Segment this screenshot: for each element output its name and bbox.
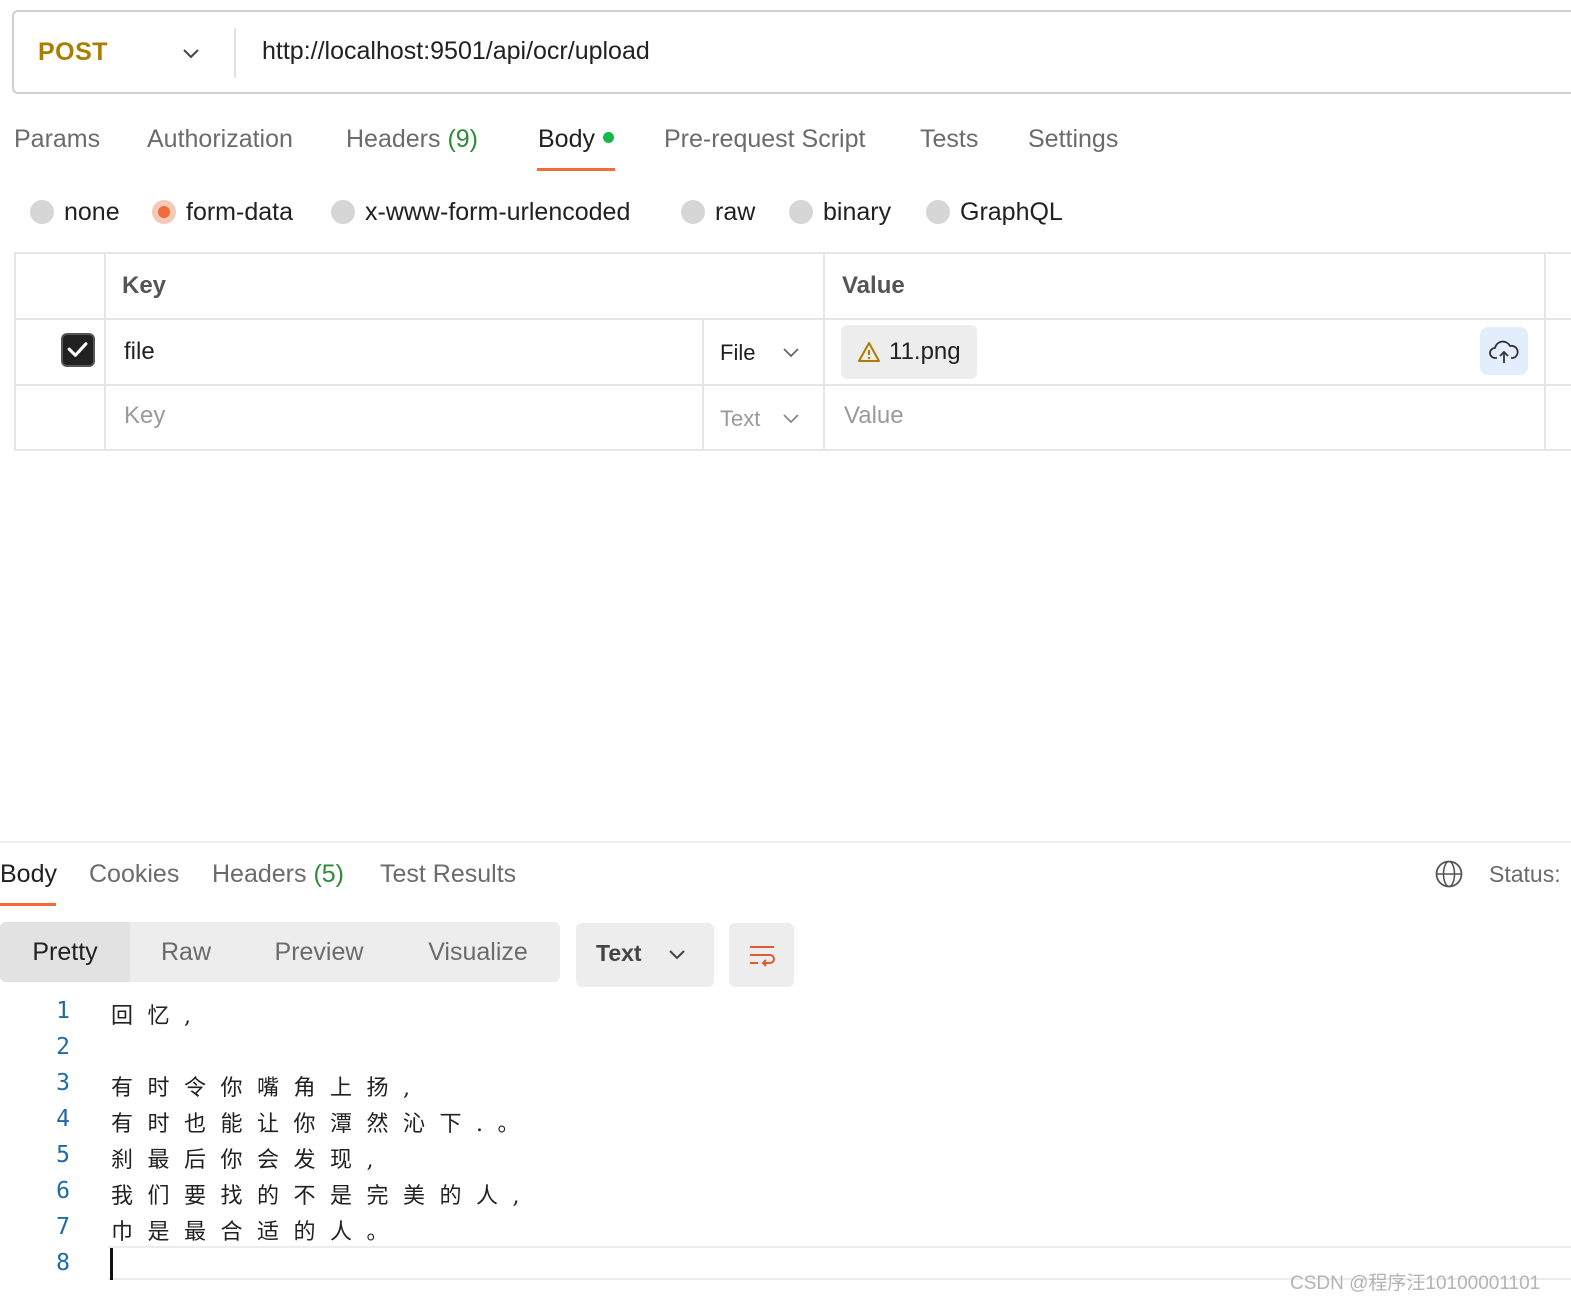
radio-label: x-www-form-urlencoded xyxy=(365,197,631,226)
type-select[interactable]: File xyxy=(720,340,755,366)
column-header-key: Key xyxy=(122,272,167,299)
line-text: 回忆, xyxy=(111,1004,206,1029)
line-number: 6 xyxy=(56,1178,70,1204)
body-indicator-dot xyxy=(602,131,614,143)
line-text: 刹最后你会发现, xyxy=(111,1148,388,1173)
radio-dot xyxy=(331,200,355,224)
code-line: 1 回忆, xyxy=(0,998,1571,1034)
tab-headers-label: Headers xyxy=(346,125,441,153)
radio-dot xyxy=(681,200,705,224)
response-tab-headers[interactable]: Headers (5) xyxy=(212,860,344,889)
table-divider xyxy=(823,252,825,451)
line-number: 1 xyxy=(56,998,70,1024)
line-number: 5 xyxy=(56,1142,70,1168)
table-divider xyxy=(14,318,1571,320)
active-response-tab-underline xyxy=(0,903,56,906)
radio-label: form-data xyxy=(186,197,293,226)
watermark: CSDN @程序汪10100001101 xyxy=(1290,1273,1541,1294)
tab-params[interactable]: Params xyxy=(14,125,100,154)
code-line: 6 我们要找的不是完美的人, xyxy=(0,1178,1571,1214)
table-divider xyxy=(1544,252,1546,451)
tab-headers[interactable]: Headers (9) xyxy=(346,125,478,154)
radio-urlencoded[interactable]: x-www-form-urlencoded xyxy=(331,197,630,227)
response-tab-headers-count: (5) xyxy=(313,860,345,888)
column-header-value: Value xyxy=(842,272,905,299)
radio-label: binary xyxy=(823,197,892,226)
view-pretty-button[interactable]: Pretty xyxy=(0,922,130,982)
response-divider xyxy=(0,841,1571,843)
wrap-lines-icon xyxy=(749,946,775,967)
radio-label: raw xyxy=(715,197,756,226)
http-method-select[interactable]: POST xyxy=(38,38,108,67)
url-divider xyxy=(234,28,236,78)
cloud-upload-icon xyxy=(1489,340,1519,363)
response-tab-body[interactable]: Body xyxy=(0,860,57,889)
tab-body-label: Body xyxy=(538,125,595,153)
tab-body[interactable]: Body xyxy=(538,125,614,154)
url-input[interactable]: http://localhost:9501/api/ocr/upload xyxy=(262,37,650,66)
radio-label: none xyxy=(64,197,120,226)
view-preview-button[interactable]: Preview xyxy=(242,922,396,982)
format-select-label: Text xyxy=(596,940,642,966)
tab-tests[interactable]: Tests xyxy=(920,125,978,154)
file-chip[interactable]: 11.png xyxy=(841,325,977,379)
response-tab-test-results[interactable]: Test Results xyxy=(380,860,516,889)
new-type-select[interactable]: Text xyxy=(720,406,760,432)
tab-pre-request-script[interactable]: Pre-request Script xyxy=(664,125,865,154)
file-name: 11.png xyxy=(889,338,961,365)
code-line: 3 有时令你嘴角上扬, xyxy=(0,1070,1571,1106)
globe-icon[interactable] xyxy=(1434,859,1464,889)
line-text: 有时也能让你潭然沁下.。 xyxy=(111,1112,534,1137)
radio-none[interactable]: none xyxy=(30,197,120,227)
line-text: 有时令你嘴角上扬, xyxy=(111,1076,425,1101)
radio-form-data[interactable]: form-data xyxy=(152,197,293,227)
chevron-down-icon[interactable] xyxy=(182,44,200,62)
new-value-input[interactable]: Value xyxy=(844,402,904,430)
warning-icon xyxy=(858,342,880,362)
new-key-input[interactable]: Key xyxy=(124,402,165,430)
response-tab-headers-label: Headers xyxy=(212,860,307,888)
response-tab-cookies[interactable]: Cookies xyxy=(89,860,179,889)
tab-headers-count: (9) xyxy=(447,125,479,153)
line-number: 8 xyxy=(56,1250,70,1276)
chevron-down-icon[interactable] xyxy=(668,945,686,963)
code-line: 5 刹最后你会发现, xyxy=(0,1142,1571,1178)
checkmark-icon xyxy=(67,342,88,357)
table-divider xyxy=(702,318,704,451)
tab-settings[interactable]: Settings xyxy=(1028,125,1118,154)
line-number: 4 xyxy=(56,1106,70,1132)
key-cell[interactable]: file xyxy=(124,338,155,366)
line-number: 3 xyxy=(56,1070,70,1096)
tab-authorization[interactable]: Authorization xyxy=(147,125,293,154)
upload-file-button[interactable] xyxy=(1480,327,1528,375)
radio-graphql[interactable]: GraphQL xyxy=(926,197,1063,227)
code-line: 4 有时也能让你潭然沁下.。 xyxy=(0,1106,1571,1142)
radio-dot xyxy=(30,200,54,224)
code-line: 7 巾是最合适的人。 xyxy=(0,1214,1571,1250)
radio-binary[interactable]: binary xyxy=(789,197,891,227)
status-label: Status: xyxy=(1489,861,1561,887)
row-enabled-checkbox[interactable] xyxy=(61,333,95,367)
line-number: 2 xyxy=(56,1034,70,1060)
active-tab-underline xyxy=(537,168,615,171)
chevron-down-icon[interactable] xyxy=(782,409,800,427)
wrap-lines-button[interactable] xyxy=(729,923,794,987)
line-text: 我们要找的不是完美的人, xyxy=(111,1184,534,1209)
radio-raw[interactable]: raw xyxy=(681,197,755,227)
radio-dot xyxy=(926,200,950,224)
line-text: 巾是最合适的人。 xyxy=(111,1220,404,1245)
table-divider xyxy=(14,384,1571,386)
table-divider xyxy=(104,252,106,451)
view-raw-button[interactable]: Raw xyxy=(130,922,242,982)
chevron-down-icon[interactable] xyxy=(782,343,800,361)
text-caret xyxy=(110,1248,113,1280)
line-number: 7 xyxy=(56,1214,70,1240)
request-url-bar: POST http://localhost:9501/api/ocr/uploa… xyxy=(12,10,1571,94)
radio-dot xyxy=(789,200,813,224)
radio-dot-selected xyxy=(152,200,176,224)
radio-label: GraphQL xyxy=(960,197,1063,226)
view-visualize-button[interactable]: Visualize xyxy=(396,922,560,982)
code-line: 2 xyxy=(0,1034,1571,1070)
